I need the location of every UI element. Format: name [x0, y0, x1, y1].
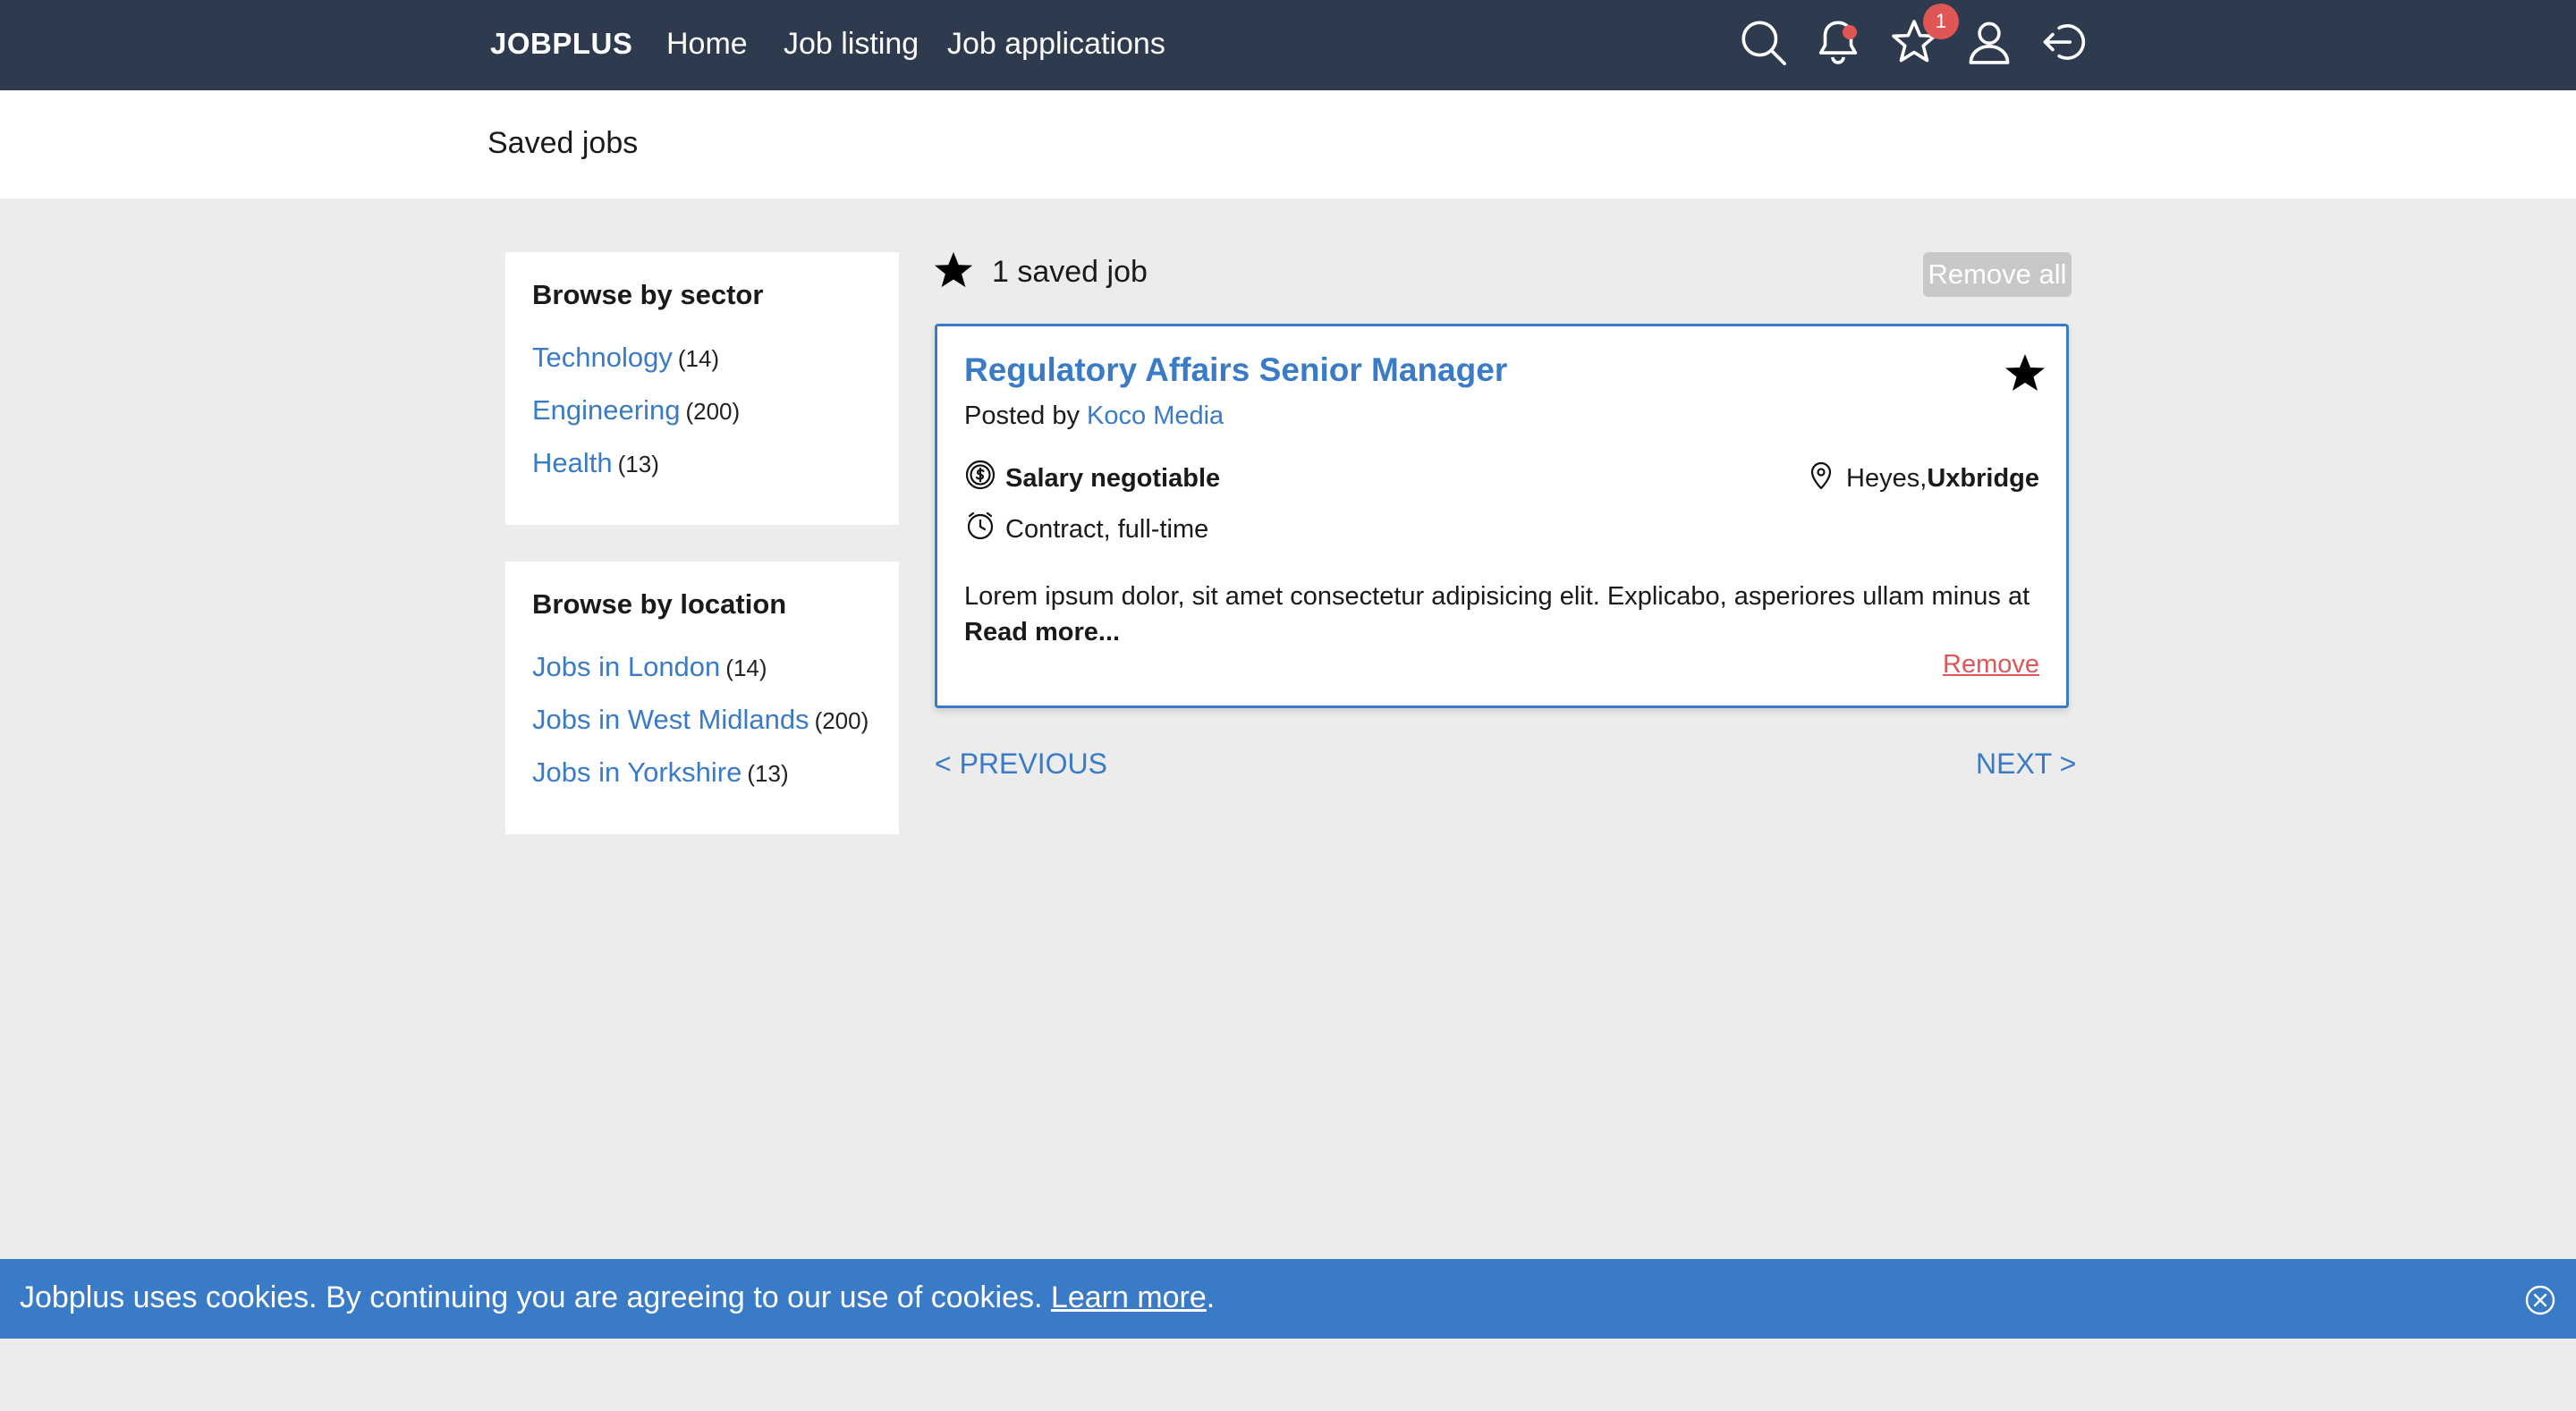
- salary-row: Salary negotiable: [964, 459, 1220, 498]
- saved-star-icon[interactable]: [2004, 351, 2046, 394]
- location-link[interactable]: Jobs in West Midlands: [532, 704, 809, 735]
- notification-dot: [1843, 25, 1857, 39]
- cookie-banner: Jobplus uses cookies. By continuing you …: [0, 1259, 2576, 1339]
- sector-link[interactable]: Technology: [532, 342, 673, 373]
- close-icon[interactable]: [2524, 1284, 2556, 1316]
- location-item-west-midlands: Jobs in West Midlands (200): [532, 704, 869, 736]
- brand-logo[interactable]: JOBPLUS: [490, 27, 632, 61]
- sector-item-technology: Technology (14): [532, 342, 719, 374]
- cookie-suffix: .: [1206, 1280, 1216, 1314]
- salary-text: Salary negotiable: [1005, 463, 1221, 493]
- posted-by: Posted by Koco Media: [964, 401, 1224, 431]
- posted-by-prefix: Posted by: [964, 401, 1088, 430]
- sector-item-engineering: Engineering (200): [532, 394, 740, 427]
- nav-link-job-applications[interactable]: Job applications: [947, 27, 1165, 62]
- read-more-link[interactable]: Read more...: [964, 618, 1120, 646]
- job-card: Regulatory Affairs Senior Manager Posted…: [935, 324, 2069, 708]
- job-title-link[interactable]: Regulatory Affairs Senior Manager: [964, 351, 1507, 389]
- saved-jobs-header: 1 saved job: [933, 247, 1148, 297]
- search-icon[interactable]: [1737, 16, 1789, 68]
- sector-count: (13): [617, 451, 659, 477]
- top-navbar: JOBPLUS Home Job listing Job application…: [0, 0, 2576, 90]
- sector-link[interactable]: Health: [532, 447, 613, 478]
- next-page-link[interactable]: NEXT >: [1976, 748, 2076, 781]
- location-link[interactable]: Jobs in Yorkshire: [532, 756, 741, 788]
- star-filled-icon: [933, 249, 974, 295]
- description-text: Lorem ipsum dolor, sit amet consectetur …: [964, 582, 2030, 611]
- job-description: Lorem ipsum dolor, sit amet consectetur …: [964, 579, 2038, 650]
- contract-text: Contract, full-time: [1005, 514, 1209, 544]
- clock-icon: [964, 510, 1005, 549]
- location-link[interactable]: Jobs in London: [532, 651, 720, 682]
- logout-icon[interactable]: [2038, 16, 2089, 68]
- location-count: (14): [725, 655, 767, 681]
- remove-job-link[interactable]: Remove: [1943, 650, 2039, 680]
- previous-page-link[interactable]: < PREVIOUS: [935, 748, 1107, 781]
- cookie-message: Jobplus uses cookies. By continuing you …: [20, 1280, 1215, 1315]
- location-row: Heyes, Uxbridge: [1805, 459, 2039, 498]
- page-header: Saved jobs: [0, 90, 2576, 199]
- page-title: Saved jobs: [487, 126, 639, 160]
- sector-panel-title: Browse by sector: [532, 279, 764, 310]
- saved-count-label: 1 saved job: [992, 254, 1148, 289]
- location-count: (13): [747, 760, 789, 787]
- location-panel-title: Browse by location: [532, 588, 787, 620]
- saved-count-badge: 1: [1923, 4, 1959, 39]
- sector-count: (14): [677, 345, 720, 372]
- location-item-yorkshire: Jobs in Yorkshire (13): [532, 756, 789, 789]
- company-link[interactable]: Koco Media: [1087, 401, 1224, 430]
- location-area: Heyes,: [1846, 463, 1928, 493]
- sector-link[interactable]: Engineering: [532, 394, 680, 426]
- sector-count: (200): [685, 398, 741, 425]
- location-city: Uxbridge: [1927, 463, 2039, 493]
- learn-more-link[interactable]: Learn more: [1051, 1280, 1207, 1314]
- location-item-london: Jobs in London (14): [532, 651, 767, 683]
- browse-by-location-panel: Browse by location Jobs in London (14) Jo…: [505, 562, 899, 834]
- browse-by-sector-panel: Browse by sector Technology (14) Engineer…: [505, 252, 899, 525]
- nav-link-job-listing[interactable]: Job listing: [784, 27, 919, 62]
- dollar-icon: [964, 459, 1005, 498]
- map-pin-icon: [1805, 459, 1846, 498]
- nav-link-home[interactable]: Home: [666, 27, 748, 62]
- sector-item-health: Health (13): [532, 447, 659, 479]
- cookie-text: Jobplus uses cookies. By continuing you …: [20, 1280, 1051, 1314]
- location-count: (200): [814, 707, 869, 734]
- remove-all-button[interactable]: Remove all: [1923, 252, 2072, 297]
- contract-row: Contract, full-time: [964, 510, 1208, 549]
- user-icon[interactable]: [1963, 16, 2015, 68]
- bell-icon[interactable]: [1812, 16, 1864, 68]
